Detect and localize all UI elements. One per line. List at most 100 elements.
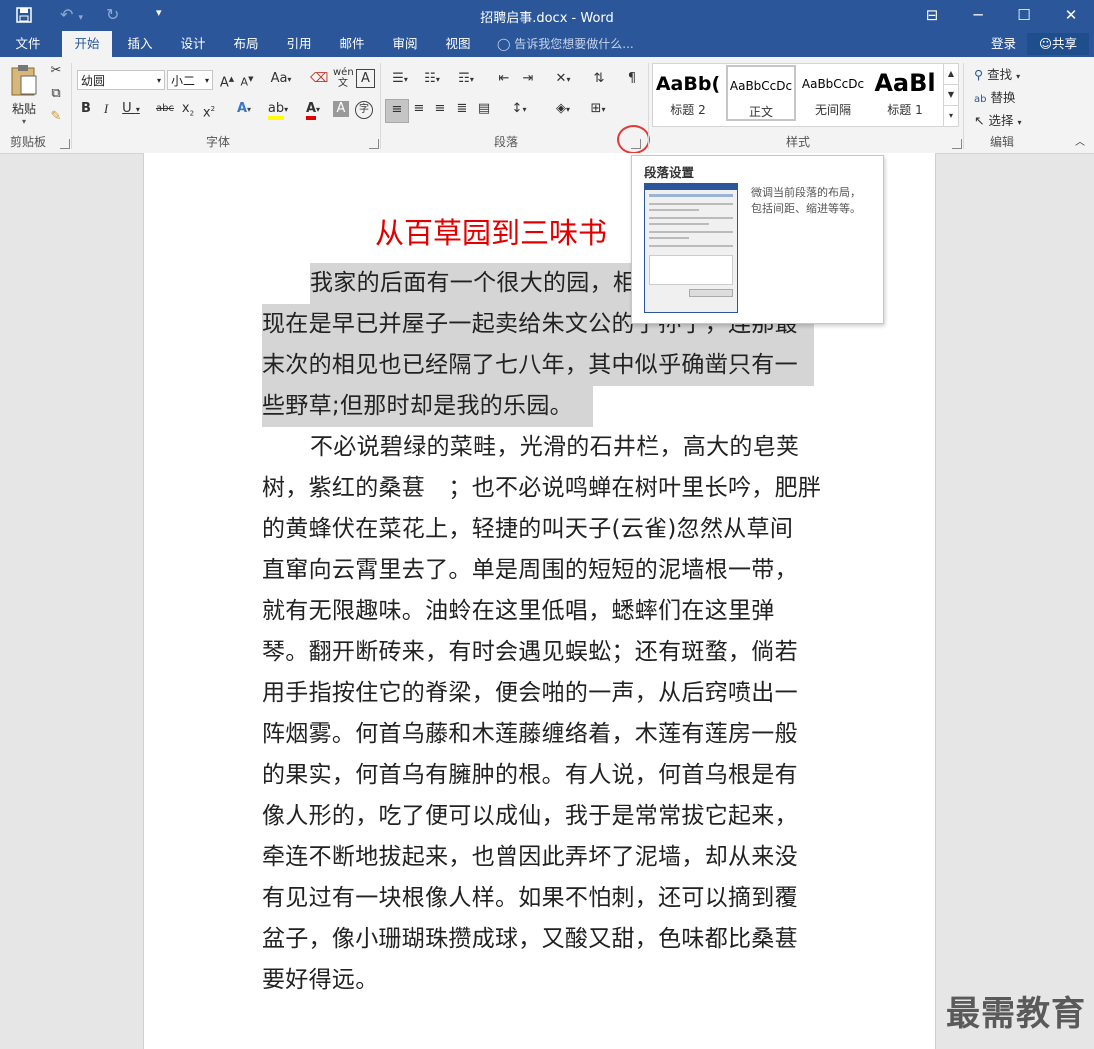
maximize-button[interactable]: ☐: [1001, 0, 1047, 31]
underline-icon[interactable]: U ▾: [116, 99, 146, 121]
paragraph-dialog-preview: [644, 183, 738, 313]
phonetic-guide-icon[interactable]: wén 文: [333, 67, 354, 89]
tab-file[interactable]: 文件: [4, 31, 52, 57]
document-line[interactable]: 要好得远。: [262, 960, 822, 1001]
share-button[interactable]: ☺共享: [1027, 33, 1089, 55]
tab-insert[interactable]: 插入: [117, 31, 163, 57]
font-name-value: 幼圆: [81, 74, 106, 88]
document-line[interactable]: 些野草;但那时却是我的乐园。: [262, 386, 593, 427]
superscript-icon[interactable]: x2: [201, 99, 217, 121]
chevron-down-icon: ▾: [156, 76, 161, 85]
style-heading2[interactable]: AaBb( 标题 2: [653, 65, 723, 121]
format-painter-icon[interactable]: ✎: [47, 107, 65, 129]
select-button[interactable]: ↖ 选择 ▾: [974, 110, 1021, 128]
ribbon-home: 粘贴 ▾ ✂ ⧉ ✎ 剪贴板 幼圆 ▾ 小二 ▾ A▲ A▼ Aa▾ ⌫ wén…: [0, 57, 1094, 154]
subscript-icon[interactable]: x2: [180, 99, 196, 121]
tab-view[interactable]: 视图: [435, 31, 481, 57]
borders-icon[interactable]: ⊞▾: [583, 99, 613, 121]
styles-more-icon[interactable]: ▾: [943, 105, 959, 127]
font-launcher-icon[interactable]: [369, 139, 379, 149]
paste-button[interactable]: 粘贴 ▾: [6, 63, 42, 126]
change-case-icon[interactable]: Aa▾: [266, 69, 296, 91]
share-label: 共享: [1052, 36, 1078, 51]
style-normal[interactable]: AaBbCcDc 正文: [726, 65, 796, 121]
multilevel-list-icon[interactable]: ☶▾: [451, 69, 481, 91]
document-line[interactable]: 我家的后面有一个很大的园，相: [310, 263, 632, 304]
align-center-icon[interactable]: ≡: [409, 99, 429, 121]
copy-icon[interactable]: ⧉: [47, 84, 65, 106]
minimize-button[interactable]: ─: [955, 0, 1001, 31]
line-spacing-icon[interactable]: ↕▾: [505, 99, 533, 121]
decrease-indent-icon[interactable]: ⇤: [494, 69, 514, 91]
paste-dropdown-icon: ▾: [21, 117, 26, 126]
styles-group-label: 样式: [785, 135, 810, 149]
numbering-icon[interactable]: ☷▾: [418, 69, 446, 91]
close-button[interactable]: ✕: [1048, 0, 1094, 31]
sort-icon[interactable]: ⇅: [590, 69, 608, 91]
text-effects-icon[interactable]: A▾: [230, 99, 258, 121]
enclose-characters-icon[interactable]: 字: [355, 101, 373, 119]
styles-launcher-icon[interactable]: [952, 139, 962, 149]
tab-layout[interactable]: 布局: [223, 31, 269, 57]
styles-scroll-down-icon[interactable]: ▼: [943, 84, 959, 106]
tooltip-desc-line: 包括间距、缩进等等。: [751, 202, 861, 215]
cut-icon[interactable]: ✂: [47, 61, 65, 83]
document-line[interactable]: 像人形的，吃了便可以成仙，我于是常常拔它起来，: [262, 796, 822, 837]
align-right-icon[interactable]: ≡: [430, 99, 450, 121]
bold-icon[interactable]: B: [78, 99, 94, 121]
document-line[interactable]: 琴。翻开断砖来，有时会遇见蜈蚣；还有斑蝥，倘若: [262, 632, 822, 673]
tab-review[interactable]: 审阅: [382, 31, 428, 57]
replace-button[interactable]: ab 替换: [974, 87, 1015, 105]
shrink-font-icon[interactable]: A▼: [238, 69, 256, 91]
style-no-spacing[interactable]: AaBbCcDc 无间隔: [798, 65, 868, 121]
strikethrough-icon[interactable]: abc: [154, 99, 176, 121]
document-line[interactable]: 的果实，何首乌有臃肿的根。有人说，何首乌根是有: [262, 755, 822, 796]
document-line[interactable]: 直窜向云霄里去了。单是周围的短短的泥墙根一带，: [262, 550, 822, 591]
highlight-icon[interactable]: ab▾: [263, 99, 293, 121]
align-left-icon[interactable]: ≡: [385, 99, 409, 123]
font-color-icon[interactable]: A▾: [298, 99, 328, 121]
tab-design[interactable]: 设计: [170, 31, 216, 57]
replace-icon: ab: [974, 94, 987, 105]
tell-me-text: 告诉我您想要做什么...: [514, 37, 634, 51]
collapse-ribbon-icon[interactable]: ︿: [1072, 133, 1088, 155]
document-line[interactable]: 有见过有一块根像人样。如果不怕刺，还可以摘到覆: [262, 878, 822, 919]
document-line[interactable]: 不必说碧绿的菜畦，光滑的石井栏，高大的皂荚: [310, 427, 820, 468]
font-name-combo[interactable]: 幼圆 ▾: [77, 70, 165, 90]
document-line[interactable]: 阵烟雾。何首乌藤和木莲藤缠络着，木莲有莲房一般: [262, 714, 822, 755]
font-size-combo[interactable]: 小二 ▾: [167, 70, 213, 90]
tab-references[interactable]: 引用: [276, 31, 322, 57]
styles-scroll-up-icon[interactable]: ▲: [943, 63, 959, 85]
show-marks-icon[interactable]: ¶: [625, 69, 639, 91]
tell-me-box[interactable]: ◯ 告诉我您想要做什么...: [497, 31, 634, 57]
document-line[interactable]: 牵连不断地拔起来，也曾因此弄坏了泥墙，却从来没: [262, 837, 822, 878]
tab-mailings[interactable]: 邮件: [329, 31, 375, 57]
document-line[interactable]: 用手指按住它的脊梁，便会啪的一声，从后窍喷出一: [262, 673, 822, 714]
document-line[interactable]: 树，紫红的桑葚 ；也不必说鸣蝉在树叶里长吟，肥胖: [262, 468, 822, 509]
document-line[interactable]: 就有无限趣味。油蛉在这里低唱，蟋蟀们在这里弹: [262, 591, 822, 632]
person-icon: ☺: [1038, 36, 1052, 51]
login-link[interactable]: 登录: [991, 31, 1016, 57]
grow-font-icon[interactable]: A▲: [218, 69, 236, 91]
document-line[interactable]: 盆子，像小珊瑚珠攒成球，又酸又甜，色味都比桑葚: [262, 919, 822, 960]
justify-icon[interactable]: ≣: [452, 99, 472, 121]
bullets-icon[interactable]: ☰▾: [386, 69, 414, 91]
paragraph-launcher-icon[interactable]: [631, 139, 641, 149]
document-line[interactable]: 的黄蜂伏在菜花上，轻捷的叫天子(云雀)忽然从草间: [262, 509, 822, 550]
ribbon-display-options-button[interactable]: ⊟: [909, 0, 955, 31]
italic-icon[interactable]: I: [98, 99, 114, 121]
tab-home[interactable]: 开始: [62, 31, 112, 57]
document-title[interactable]: 从百草园到三味书: [375, 210, 607, 252]
find-button[interactable]: ⚲ 查找 ▾: [974, 64, 1020, 82]
document-line[interactable]: 末次的相见也已经隔了七八年，其中似乎确凿只有一: [262, 345, 814, 386]
style-heading1[interactable]: AaBl 标题 1: [870, 65, 940, 121]
shading-icon[interactable]: ◈▾: [548, 99, 578, 121]
clear-formatting-icon[interactable]: ⌫: [310, 69, 328, 91]
chinese-layout-icon[interactable]: ✕▾: [548, 69, 578, 91]
increase-indent-icon[interactable]: ⇥: [518, 69, 538, 91]
character-shading-icon[interactable]: A: [333, 101, 349, 117]
clipboard-icon: [11, 65, 37, 96]
character-border-icon[interactable]: A: [356, 69, 375, 88]
distributed-icon[interactable]: ▤: [474, 99, 494, 121]
clipboard-launcher-icon[interactable]: [60, 139, 70, 149]
